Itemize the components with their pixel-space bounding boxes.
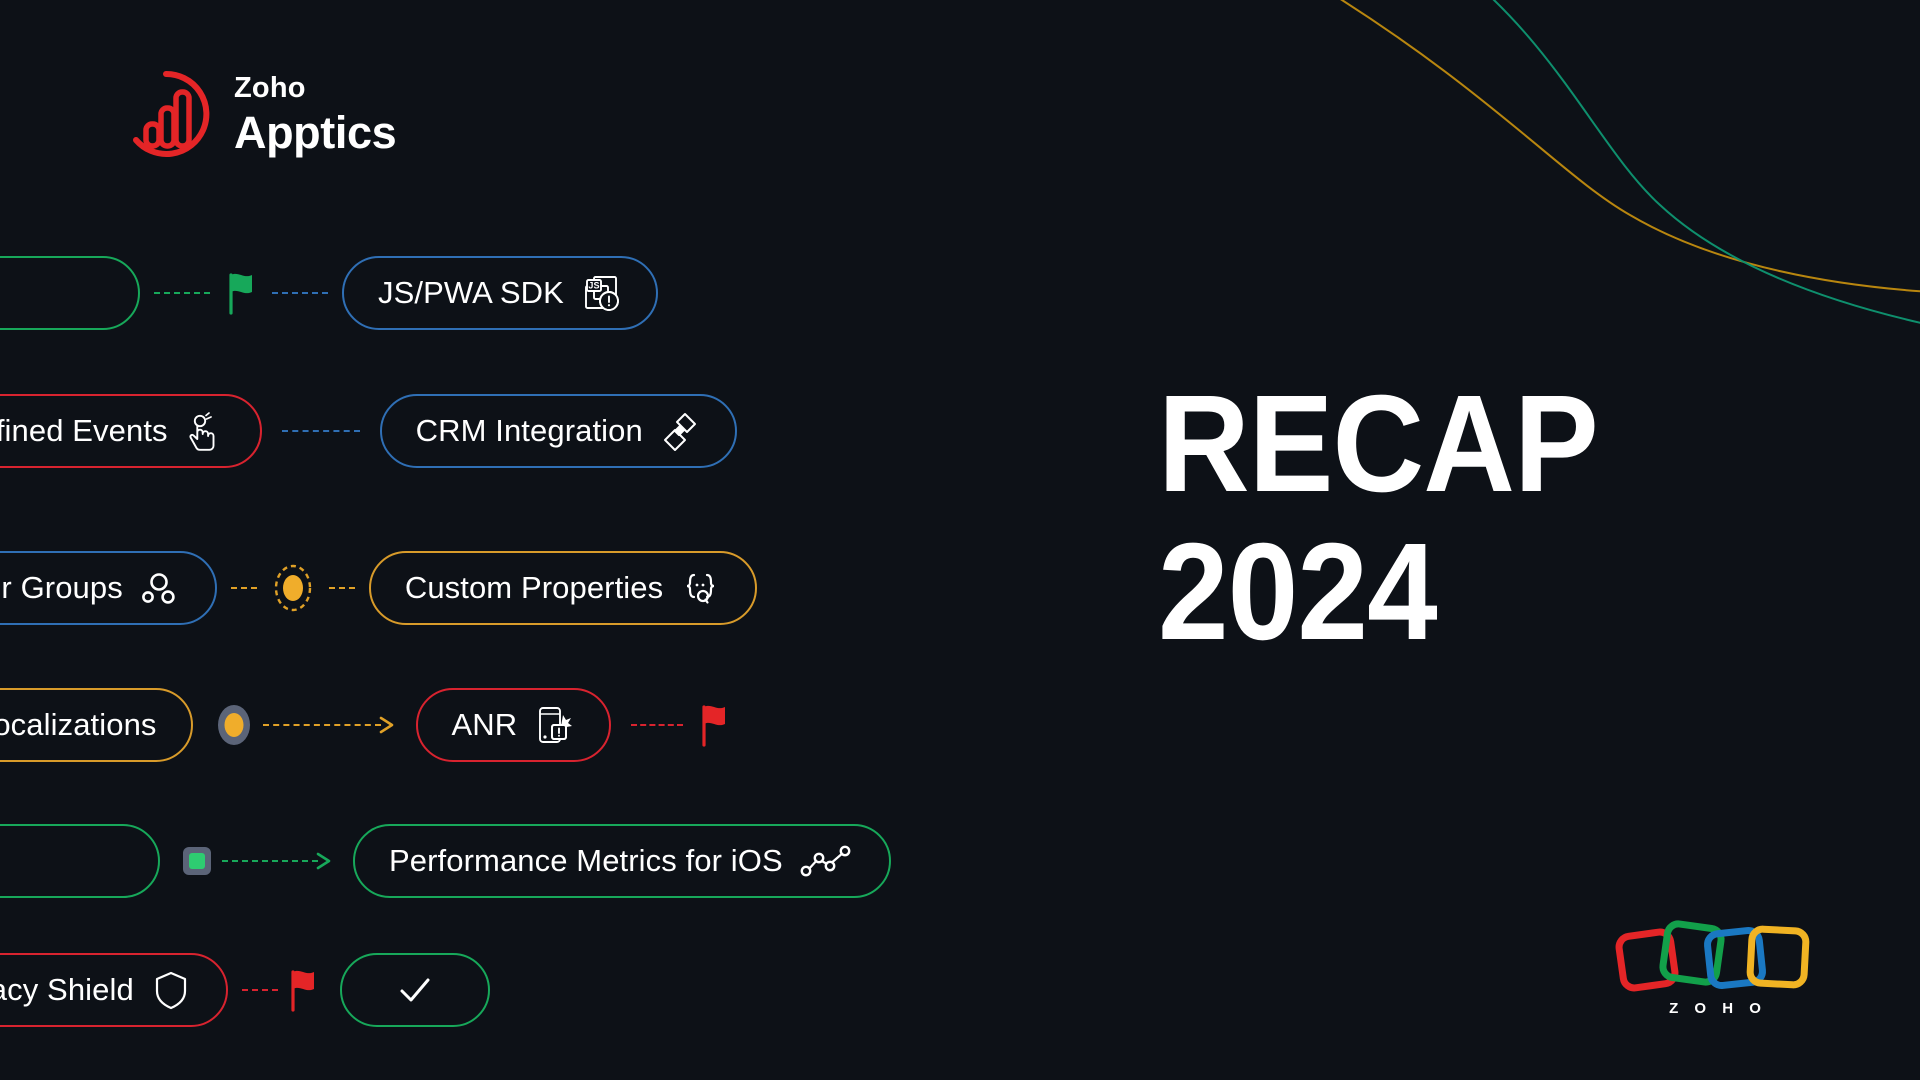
js-sdk-alert-icon: JS	[580, 272, 622, 314]
row-privacy-shield: Privacy Shield	[0, 953, 490, 1027]
pill-custom-properties[interactable]: Custom Properties	[368, 551, 758, 625]
row-localizations: Localizations ANR	[0, 688, 731, 762]
pill-partial-green[interactable]	[0, 256, 140, 330]
connector-arrow-green	[222, 824, 353, 898]
pill-label: Defined Events	[0, 413, 168, 448]
flag-red-icon	[286, 968, 320, 1012]
connector-dashed-red	[228, 953, 286, 1027]
row-defined-events: Defined Events CRM Integration	[0, 394, 737, 468]
connector-dashed-orange	[321, 551, 369, 625]
connector-dashed-red	[611, 688, 697, 762]
pill-label: Performance Metrics for iOS	[389, 843, 783, 878]
connector-dashed-orange	[217, 551, 265, 625]
pill-localizations[interactable]: Localizations	[0, 688, 193, 762]
pill-label: JS/PWA SDK	[378, 275, 564, 310]
connector-arrow-orange	[262, 688, 416, 762]
pill-label: Localizations	[0, 707, 157, 742]
row-user-groups: User Groups Custom Properties	[0, 551, 758, 625]
pill-label: ANR	[451, 707, 518, 742]
marker-dot-pill	[213, 700, 255, 750]
tap-cursor-icon	[184, 410, 226, 452]
pill-label: Custom Properties	[404, 570, 664, 605]
teal-curve	[1492, 0, 1920, 324]
headline: RECAP 2024	[1158, 367, 1636, 669]
pill-label: CRM Integration	[415, 413, 643, 448]
headline-recap: RECAP	[1158, 367, 1599, 521]
braces-query-icon	[679, 567, 721, 609]
connector-dashed-blue	[258, 256, 342, 330]
shield-icon	[150, 969, 192, 1011]
trend-line-chart-icon	[799, 840, 855, 882]
check-icon	[394, 969, 436, 1011]
phone-alert-icon	[533, 704, 575, 746]
feature-rows: JS/PWA SDK JS Defined Events	[0, 0, 1100, 1080]
pill-performance-metrics-ios[interactable]: Performance Metrics for iOS	[353, 824, 891, 898]
flag-green-icon	[224, 271, 258, 315]
pill-label: User Groups	[0, 570, 123, 605]
pill-label: Privacy Shield	[0, 972, 134, 1007]
connector-dashed-green	[140, 256, 224, 330]
pill-defined-events[interactable]: Defined Events	[0, 394, 262, 468]
pill-anr[interactable]: ANR	[415, 688, 612, 762]
pill-check[interactable]	[339, 953, 490, 1027]
zoho-wordmark: Z O H O	[1669, 1000, 1767, 1017]
pill-user-groups[interactable]: User Groups	[0, 551, 217, 625]
row-js-pwa-sdk: JS/PWA SDK JS	[0, 256, 658, 330]
headline-year: 2024	[1158, 514, 1438, 669]
puzzle-integration-icon	[659, 410, 701, 452]
svg-text:JS: JS	[588, 281, 599, 291]
zoho-squares-icon	[1615, 920, 1810, 992]
row-performance-metrics: Performance Metrics for iOS	[0, 824, 891, 898]
amber-curve	[1340, 0, 1920, 293]
marker-dot-dashed-ring	[265, 560, 321, 616]
pill-privacy-shield[interactable]: Privacy Shield	[0, 953, 228, 1027]
marker-square-green	[180, 840, 214, 882]
pill-js-pwa-sdk[interactable]: JS/PWA SDK JS	[342, 256, 658, 330]
pill-crm-integration[interactable]: CRM Integration	[379, 394, 737, 468]
flag-red-icon	[697, 703, 731, 747]
connector-dashed-blue	[262, 394, 380, 468]
user-groups-circles-icon	[139, 567, 181, 609]
zoho-logo: Z O H O	[1610, 916, 1820, 1028]
decorative-curves	[1340, 0, 1920, 324]
pill-partial-green[interactable]	[0, 824, 160, 898]
